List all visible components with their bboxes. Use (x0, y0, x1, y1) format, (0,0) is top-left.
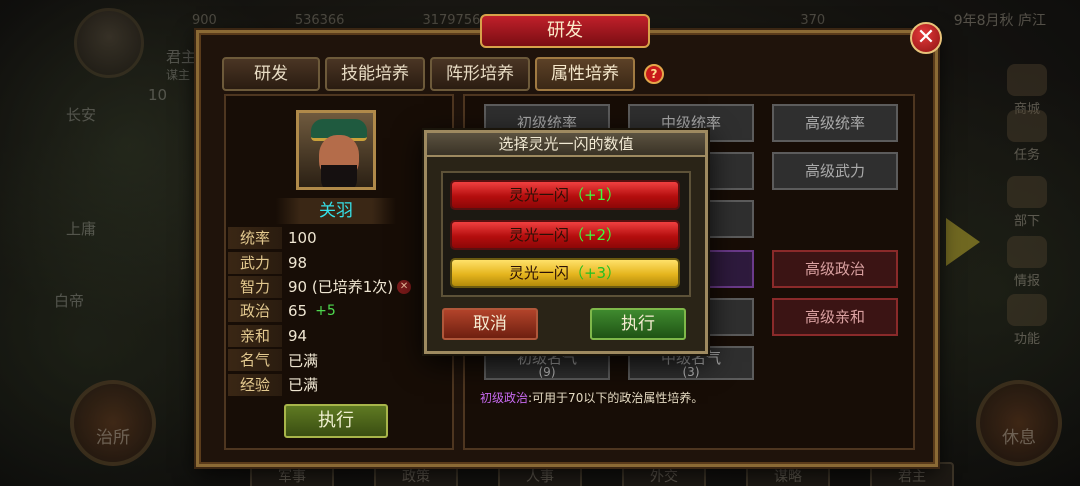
modal-execute-button[interactable]: 执行 (590, 308, 686, 340)
option-high-politics[interactable]: 高级政治 (772, 250, 898, 288)
option-high-force[interactable]: 高级武力 (772, 152, 898, 190)
stat-row-fame: 名气 已满 (228, 348, 450, 372)
stat-row-politics: 政治 65 +5 (228, 299, 450, 323)
tab-attribute-training[interactable]: 属性培养 (535, 57, 635, 91)
politics-bonus: +5 (315, 303, 336, 320)
stat-row-force: 武力 98 (228, 250, 450, 274)
stat-row-command: 统率 100 (228, 226, 450, 250)
close-button[interactable]: ✕ (910, 22, 942, 54)
stat-row-affinity: 亲和 94 (228, 324, 450, 348)
execute-button[interactable]: 执行 (284, 404, 388, 438)
general-name: 关羽 (276, 198, 396, 224)
tab-formation-training[interactable]: 阵形培养 (430, 57, 530, 91)
dialog-title: 研发 (480, 14, 650, 48)
help-icon[interactable]: ? (644, 64, 664, 84)
stat-row-intelligence: 智力 90 (已培养1次) ✕ (228, 275, 450, 299)
option-high-command[interactable]: 高级统率 (772, 104, 898, 142)
stat-row-experience: 经验 已满 (228, 372, 450, 396)
tab-research[interactable]: 研发 (222, 57, 320, 91)
inspiration-option-3[interactable]: 灵光一闪（+3） (450, 258, 680, 288)
inspiration-option-1[interactable]: 灵光一闪（+1） (450, 180, 680, 210)
game-screen: { "hud": { "resources": ["900", "536366"… (0, 0, 1080, 486)
inspiration-option-2[interactable]: 灵光一闪（+2） (450, 220, 680, 250)
modal-cancel-button[interactable]: 取消 (442, 308, 538, 340)
remove-icon[interactable]: ✕ (397, 279, 412, 294)
option-high-affinity[interactable]: 高级亲和 (772, 298, 898, 336)
general-portrait (296, 110, 376, 190)
tab-skill-training[interactable]: 技能培养 (325, 57, 425, 91)
description-tag: 初级政治 (480, 391, 529, 405)
stat-list: 统率 100 武力 98 智力 90 (已培养1次) ✕ 政治 65 +5 亲和… (228, 226, 450, 397)
modal-title: 选择灵光一闪的数值 (427, 133, 705, 157)
dialog-tabs: 研发 技能培养 阵形培养 属性培养 ? (222, 57, 664, 91)
option-description: 初级政治:可用于70以下的政治属性培养。 (480, 389, 703, 406)
description-text: :可用于70以下的政治属性培养。 (528, 391, 704, 405)
